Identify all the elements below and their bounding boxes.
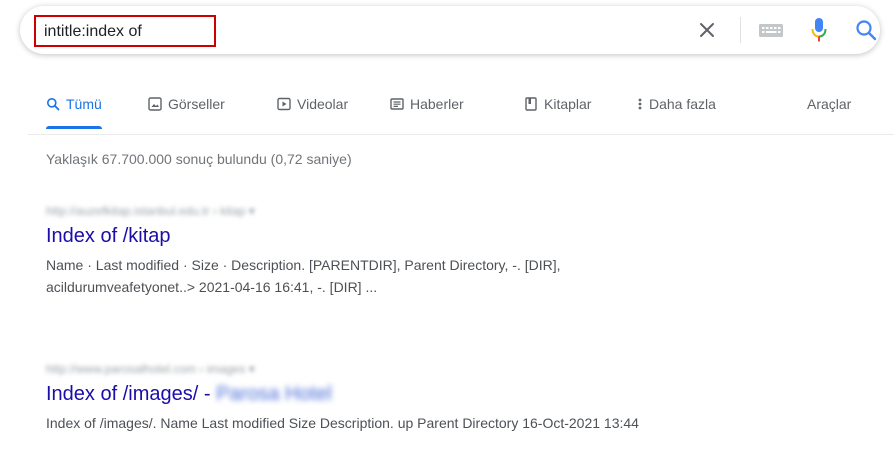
result-stats: Yaklaşık 67.700.000 sonuç bulundu (0,72 …	[46, 151, 352, 167]
result-snippet: Index of /images/. Name Last modified Si…	[46, 412, 886, 434]
tab-news[interactable]: Haberler	[390, 96, 464, 126]
search-bar	[20, 6, 880, 54]
search-submit-icon[interactable]	[854, 18, 878, 42]
tab-videos[interactable]: Videolar	[277, 96, 348, 126]
result-title-text: Index of /images/ -	[46, 383, 211, 405]
tab-label: Daha fazla	[649, 96, 716, 112]
snippet-line: Name · Last modified · Size · Descriptio…	[46, 257, 561, 273]
tab-all[interactable]: Tümü	[46, 96, 102, 129]
tab-images[interactable]: Görseller	[148, 96, 225, 126]
tab-more[interactable]: Daha fazla	[637, 96, 716, 126]
microphone-icon[interactable]	[811, 17, 827, 43]
search-bar-divider	[740, 17, 741, 43]
tools-button[interactable]: Araçlar	[807, 96, 851, 126]
news-icon	[390, 96, 404, 112]
keyboard-icon[interactable]	[758, 21, 784, 39]
more-vert-icon	[637, 96, 643, 112]
snippet-line: Index of /images/. Name Last modified Si…	[46, 415, 639, 431]
result-title-redacted: Parosa Hotel	[216, 383, 332, 405]
tab-label: Kitaplar	[544, 96, 592, 112]
search-result: http://www.parosalhotel.com › images ▾ I…	[46, 362, 886, 434]
tab-books[interactable]: Kitaplar	[524, 96, 591, 126]
tab-label: Videolar	[297, 96, 349, 112]
video-icon	[277, 96, 291, 112]
snippet-line: acildurumveafetyonet..> 2021-04-16 16:41…	[46, 279, 378, 295]
query-highlight-box	[34, 15, 216, 47]
tabs-divider	[28, 134, 894, 135]
tools-label: Araçlar	[807, 96, 852, 112]
search-tabs: Tümü Görseller Videolar Haberler Kitapla…	[0, 96, 894, 129]
result-title-link[interactable]: Index of /kitap	[46, 222, 171, 250]
result-snippet: Name · Last modified · Size · Descriptio…	[46, 254, 886, 298]
search-input[interactable]	[44, 22, 209, 42]
book-icon	[524, 96, 538, 112]
clear-icon[interactable]	[697, 20, 717, 40]
result-url-redacted: http://www.parosalhotel.com › images ▾	[46, 362, 255, 376]
tab-label: Görseller	[168, 96, 225, 112]
result-title-link[interactable]: Index of /images/ - Parosa Hotel	[46, 380, 332, 408]
search-icon	[46, 96, 60, 112]
tab-label: Haberler	[410, 96, 464, 112]
tab-label: Tümü	[66, 96, 102, 112]
result-url-redacted: http://auzefkitap.istanbul.edu.tr › kita…	[46, 204, 255, 218]
image-icon	[148, 96, 162, 112]
search-result: http://auzefkitap.istanbul.edu.tr › kita…	[46, 204, 886, 298]
